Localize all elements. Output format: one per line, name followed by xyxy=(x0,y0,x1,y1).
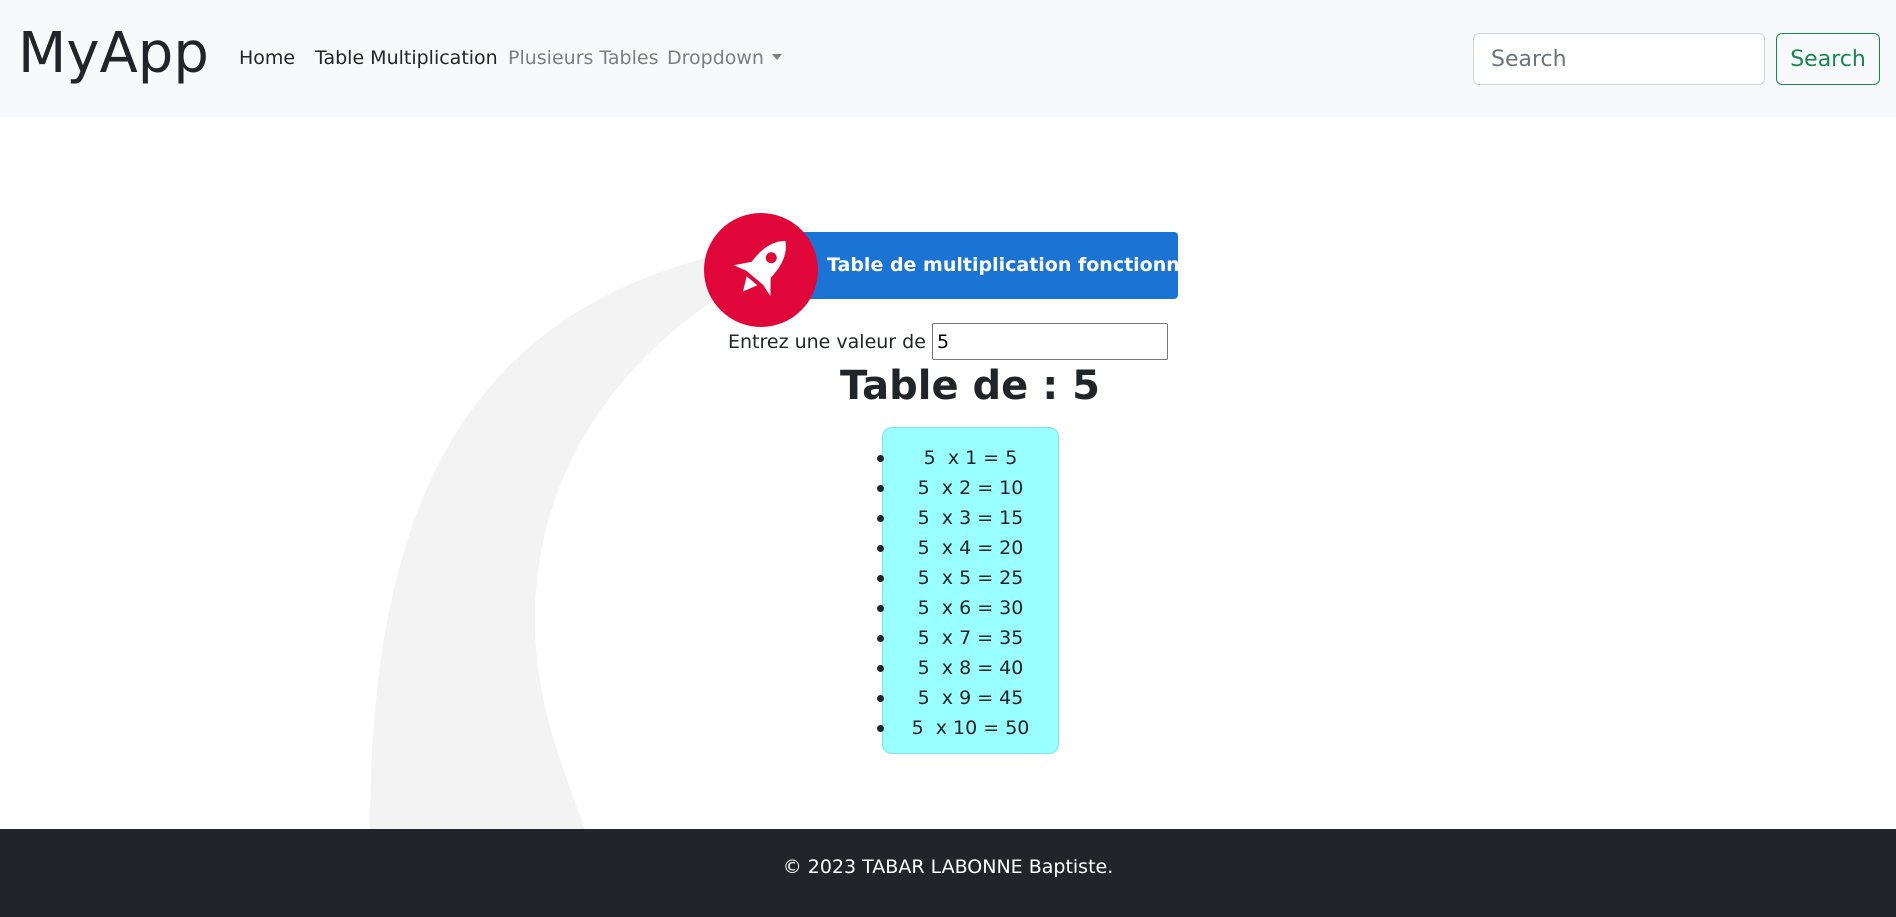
search-input[interactable] xyxy=(1473,33,1765,85)
navbar: MyApp Home Table Multiplication Plusieur… xyxy=(0,0,1896,117)
multiplication-table-list: 5 x 1 = 5 5 x 2 = 10 5 x 3 = 15 5 x 4 = … xyxy=(877,427,1059,754)
brand-logo[interactable]: MyApp xyxy=(18,18,209,90)
table-row: 5 x 10 = 50 xyxy=(877,713,1058,743)
footer: © 2023 TABAR LABONNE Baptiste. xyxy=(0,829,1896,917)
nav-link-plusieurs-tables[interactable]: Plusieurs Tables xyxy=(508,46,658,70)
nav-dropdown-toggle[interactable]: Dropdown xyxy=(667,46,782,70)
table-row: 5 x 4 = 20 xyxy=(877,533,1058,563)
nav-dropdown-label: Dropdown xyxy=(667,47,764,69)
n-value-input[interactable] xyxy=(932,323,1168,360)
search-button[interactable]: Search xyxy=(1776,33,1880,85)
table-row: 5 x 8 = 40 xyxy=(877,653,1058,683)
caret-down-icon xyxy=(771,53,782,60)
hero-banner-button[interactable]: Table de multiplication fonctionnelle xyxy=(790,232,1219,299)
table-row: 5 x 5 = 25 xyxy=(877,563,1058,593)
rocket-badge xyxy=(704,213,818,327)
table-row: 5 x 1 = 5 xyxy=(877,443,1058,473)
background-arc-decoration xyxy=(370,252,755,830)
table-row: 5 x 6 = 30 xyxy=(877,593,1058,623)
nav-link-home[interactable]: Home xyxy=(239,46,295,70)
nav-link-table-multiplication[interactable]: Table Multiplication xyxy=(315,46,498,70)
table-row: 5 x 7 = 35 xyxy=(877,623,1058,653)
n-value-label: Entrez une valeur de n : xyxy=(728,331,957,353)
table-row: 5 x 2 = 10 xyxy=(877,473,1058,503)
footer-copyright: © 2023 TABAR LABONNE Baptiste. xyxy=(782,856,1114,878)
rocket-icon xyxy=(733,240,786,297)
table-row: 5 x 3 = 15 xyxy=(877,503,1058,533)
table-title: Table de : 5 xyxy=(840,363,1100,409)
table-row: 5 x 9 = 45 xyxy=(877,683,1058,713)
